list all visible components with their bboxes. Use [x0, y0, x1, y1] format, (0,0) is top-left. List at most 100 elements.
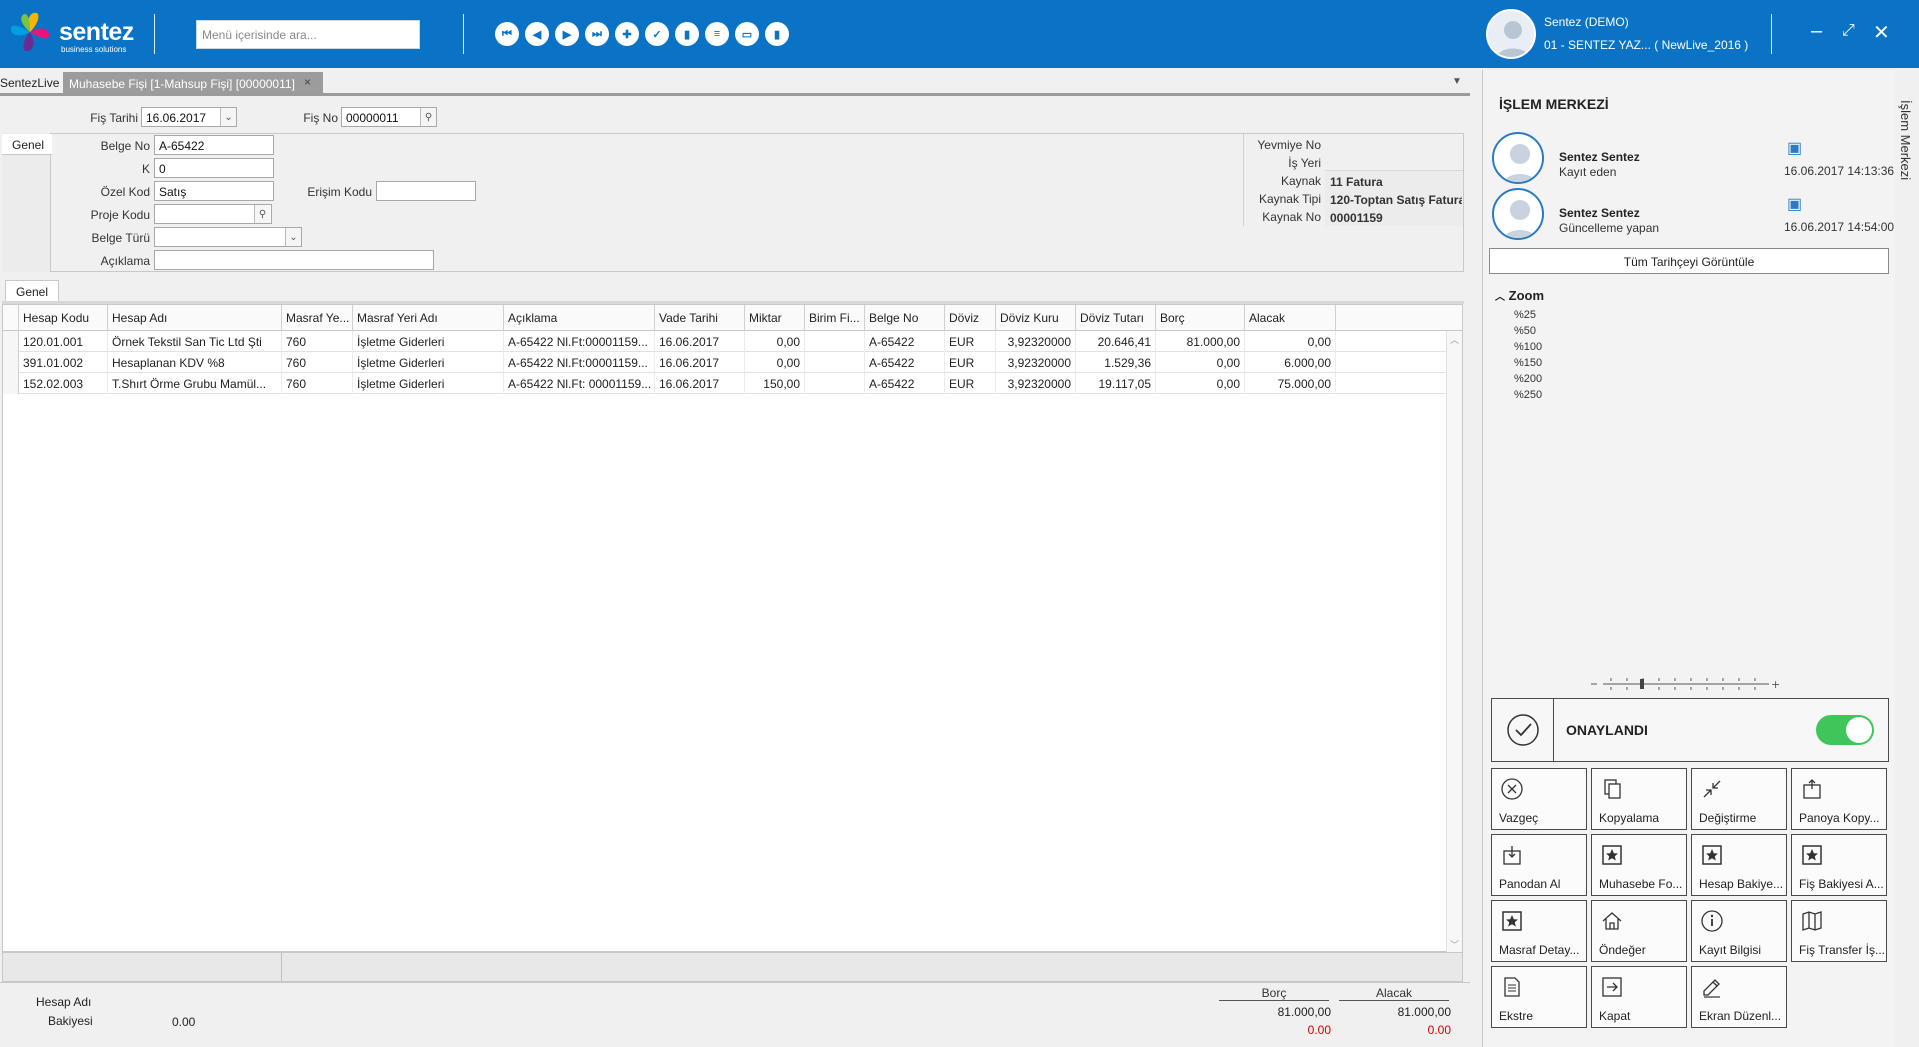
approve-icon[interactable]: ✓: [645, 22, 669, 46]
search-icon[interactable]: ⚲: [254, 205, 270, 223]
cell-masraf-yeri[interactable]: 760: [282, 352, 353, 373]
cell-aciklama[interactable]: A-65422 Nl.Ft:00001159...: [504, 331, 655, 352]
column-header[interactable]: Döviz Kuru: [996, 305, 1076, 331]
zoom-section-title[interactable]: ︿ Zoom: [1495, 288, 1544, 303]
column-header[interactable]: Döviz Tutarı: [1076, 305, 1156, 331]
cell-birim-fiyat[interactable]: [805, 352, 865, 373]
tab-list-chevron-icon[interactable]: ▼: [1452, 76, 1462, 87]
menu-search-input[interactable]: Menü içerisinde ara...: [196, 20, 420, 49]
hesap-bakiye-button[interactable]: Hesap Bakiye...: [1691, 834, 1787, 896]
column-header[interactable]: Hesap Adı: [108, 305, 282, 331]
degistirme-button[interactable]: Değiştirme: [1691, 768, 1787, 830]
cell-borc[interactable]: 0,00: [1156, 373, 1245, 394]
column-header[interactable]: Açıklama: [504, 305, 655, 331]
column-header[interactable]: Borç: [1156, 305, 1245, 331]
column-header[interactable]: Alacak: [1245, 305, 1336, 331]
panoya-kopyala-button[interactable]: Panoya Kopy...: [1791, 768, 1887, 830]
panodan-al-button[interactable]: Panodan Al: [1491, 834, 1587, 896]
cell-belge-no[interactable]: A-65422: [865, 373, 945, 394]
table-row[interactable]: 391.01.002 Hesaplanan KDV %8 760 İşletme…: [3, 352, 1446, 373]
grid-vertical-scrollbar[interactable]: ︿ ﹀: [1446, 331, 1462, 953]
vazgec-button[interactable]: Vazgeç: [1491, 768, 1587, 830]
cell-masraf-yeri-adi[interactable]: İşletme Giderleri: [353, 352, 504, 373]
cell-vade-tarihi[interactable]: 16.06.2017: [655, 373, 745, 394]
previous-icon[interactable]: ◀: [525, 22, 549, 46]
kapat-button[interactable]: Kapat: [1591, 966, 1687, 1028]
history-record-icon[interactable]: ▣: [1787, 194, 1802, 214]
trash-icon[interactable]: ▮: [765, 22, 789, 46]
belge-no-field[interactable]: A-65422: [154, 135, 274, 155]
cell-birim-fiyat[interactable]: [805, 373, 865, 394]
cell-belge-no[interactable]: A-65422: [865, 331, 945, 352]
cell-miktar[interactable]: 150,00: [745, 373, 805, 394]
cell-aciklama[interactable]: A-65422 Nl.Ft:00001159...: [504, 352, 655, 373]
zoom-option[interactable]: %250: [1514, 389, 1542, 401]
row-selector[interactable]: [3, 352, 19, 373]
add-icon[interactable]: ✚: [615, 22, 639, 46]
cell-borc[interactable]: 81.000,00: [1156, 331, 1245, 352]
column-header[interactable]: Masraf Yeri Adı: [353, 305, 504, 331]
erisim-kodu-field[interactable]: [376, 181, 476, 201]
zoom-option[interactable]: %150: [1514, 357, 1542, 369]
cell-doviz[interactable]: EUR: [945, 373, 996, 394]
cell-hesap-kodu[interactable]: 152.02.003: [19, 373, 108, 394]
cell-masraf-yeri-adi[interactable]: İşletme Giderleri: [353, 373, 504, 394]
calendar-chevron-icon[interactable]: ⌄: [220, 108, 236, 126]
search-icon[interactable]: ⚲: [420, 108, 436, 126]
last-icon[interactable]: ⏭: [585, 22, 609, 46]
window-icon[interactable]: ▭: [735, 22, 759, 46]
cell-doviz-kuru[interactable]: 3,92320000: [996, 331, 1076, 352]
column-header[interactable]: Döviz: [945, 305, 996, 331]
tab-close-icon[interactable]: ×: [304, 75, 311, 89]
cell-borc[interactable]: 0,00: [1156, 352, 1245, 373]
minimize-icon[interactable]: –: [1811, 20, 1822, 43]
kayit-bilgisi-button[interactable]: Kayıt Bilgisi: [1691, 900, 1787, 962]
collapse-chevron-icon[interactable]: ︿: [1495, 292, 1505, 303]
fis-transfer-button[interactable]: Fiş Transfer İş...: [1791, 900, 1887, 962]
belge-turu-select[interactable]: [154, 227, 302, 247]
row-selector[interactable]: [3, 373, 19, 394]
zoom-option[interactable]: %100: [1514, 341, 1542, 353]
maximize-icon[interactable]: ⤢: [1842, 22, 1855, 40]
cell-birim-fiyat[interactable]: [805, 331, 865, 352]
cell-doviz[interactable]: EUR: [945, 352, 996, 373]
tab-muhasebe-fisi[interactable]: Muhasebe Fişi [1-Mahsup Fişi] [00000011]: [63, 72, 323, 93]
cell-miktar[interactable]: 0,00: [745, 331, 805, 352]
delete-icon[interactable]: ▮: [675, 22, 699, 46]
ondeger-button[interactable]: Öndeğer: [1591, 900, 1687, 962]
cell-masraf-yeri[interactable]: 760: [282, 331, 353, 352]
ekstre-button[interactable]: Ekstre: [1491, 966, 1587, 1028]
cell-alacak[interactable]: 75.000,00: [1245, 373, 1336, 394]
cell-hesap-adi[interactable]: Örnek Tekstil San Tic Ltd Şti: [108, 331, 282, 352]
cell-doviz[interactable]: EUR: [945, 331, 996, 352]
genel-side-tab[interactable]: Genel: [2, 134, 52, 155]
column-header[interactable]: Belge No: [865, 305, 945, 331]
k-field[interactable]: 0: [154, 158, 274, 178]
first-icon[interactable]: ⏮: [495, 22, 519, 46]
close-icon[interactable]: ✕: [1873, 20, 1890, 45]
table-row[interactable]: 120.01.001 Örnek Tekstil San Tic Ltd Şti…: [3, 331, 1446, 352]
kopyalama-button[interactable]: Kopyalama: [1591, 768, 1687, 830]
approval-toggle[interactable]: [1816, 715, 1874, 745]
column-header[interactable]: Birim Fi...: [805, 305, 865, 331]
cell-doviz-kuru[interactable]: 3,92320000: [996, 352, 1076, 373]
cell-doviz-tutari[interactable]: 1.529,36: [1076, 352, 1156, 373]
cell-hesap-adi[interactable]: Hesaplanan KDV %8: [108, 352, 282, 373]
cell-aciklama[interactable]: A-65422 Nl.Ft: 00001159...: [504, 373, 655, 394]
view-all-history-button[interactable]: Tüm Tarihçeyi Görüntüle: [1489, 248, 1889, 274]
scroll-up-icon[interactable]: ︿: [1450, 333, 1459, 346]
scroll-down-icon[interactable]: ﹀: [1450, 938, 1459, 951]
muhasebe-fo-button[interactable]: Muhasebe Fo...: [1591, 834, 1687, 896]
row-selector[interactable]: [3, 331, 19, 352]
cell-miktar[interactable]: 0,00: [745, 352, 805, 373]
cell-hesap-kodu[interactable]: 391.01.002: [19, 352, 108, 373]
cell-hesap-kodu[interactable]: 120.01.001: [19, 331, 108, 352]
chevron-down-icon[interactable]: ⌄: [285, 228, 301, 246]
islem-merkezi-side-tab[interactable]: İşlem Merkezi: [1898, 100, 1913, 180]
next-icon[interactable]: ▶: [555, 22, 579, 46]
cell-doviz-tutari[interactable]: 19.117,05: [1076, 373, 1156, 394]
ekran-duzenle-button[interactable]: Ekran Düzenl...: [1691, 966, 1787, 1028]
list-icon[interactable]: ≡: [705, 22, 729, 46]
cell-alacak[interactable]: 6.000,00: [1245, 352, 1336, 373]
grid-tab-genel[interactable]: Genel: [5, 280, 60, 302]
